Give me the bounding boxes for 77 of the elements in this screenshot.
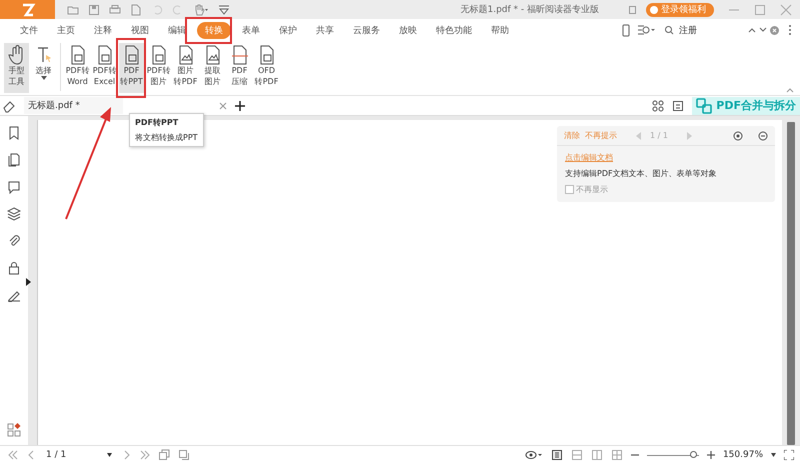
scrollbar[interactable] xyxy=(787,122,795,445)
expand-panel-icon[interactable] xyxy=(26,278,31,286)
ribbon-tool[interactable]: 图片 转PDF xyxy=(173,43,198,93)
apps-icon[interactable] xyxy=(7,423,21,437)
settings-icon[interactable] xyxy=(733,130,743,140)
ribbon-tool[interactable]: PDF 转PPT xyxy=(119,43,144,93)
hand-icon xyxy=(8,45,26,65)
menu-tab[interactable]: 编辑 xyxy=(160,22,194,38)
bookmark-icon[interactable] xyxy=(8,126,20,140)
document-icon xyxy=(258,45,276,65)
previous-result-icon[interactable] xyxy=(748,26,756,34)
page-view-icon[interactable] xyxy=(672,100,684,112)
checkbox-label: 不再显示 xyxy=(576,184,608,195)
tooltip-text: 将文档转换成PPT xyxy=(135,132,198,143)
comment-icon[interactable] xyxy=(7,180,21,194)
page-field[interactable]: 1 / 1 xyxy=(44,448,114,462)
page-counter: 1 / 1 xyxy=(650,131,668,140)
ribbon-tool[interactable]: OFD 转PDF xyxy=(254,43,279,93)
image-document-icon xyxy=(204,45,222,65)
caret-icon xyxy=(107,453,112,457)
read-mode-icon[interactable] xyxy=(524,450,543,460)
document-icon xyxy=(96,45,114,65)
window-title: 无标题1.pdf * - 福昕阅读器专业版 xyxy=(460,4,599,16)
menu-tab[interactable]: 主页 xyxy=(49,22,83,38)
zoom-dropdown-icon[interactable] xyxy=(771,453,776,457)
menu-tab[interactable]: 特色功能 xyxy=(428,22,480,38)
caret-icon xyxy=(40,76,46,80)
find-options-icon[interactable] xyxy=(637,24,655,36)
copy-page-icon[interactable] xyxy=(158,449,170,461)
menu-tab[interactable]: 表单 xyxy=(234,22,268,38)
minimize-icon[interactable] xyxy=(758,130,768,140)
ribbon-tool[interactable]: 手型 工具 xyxy=(4,43,29,93)
menu-tab[interactable]: 云服务 xyxy=(345,22,388,38)
document-icon xyxy=(122,45,140,65)
image-document-icon xyxy=(176,45,194,65)
ribbon-tool[interactable]: PDF转 Excel xyxy=(92,43,117,93)
menu-tab[interactable]: 帮助 xyxy=(483,22,517,38)
grid-view-icon[interactable] xyxy=(652,100,664,112)
layers-icon[interactable] xyxy=(7,207,21,221)
tip-description: 支持编辑PDF文档文本、图片、表单等对象 xyxy=(565,168,718,179)
menu-tab[interactable]: 保护 xyxy=(271,22,305,38)
more-icon[interactable] xyxy=(788,24,792,36)
document-tab[interactable]: 无标题.pdf * xyxy=(24,97,123,114)
tooltip-title: PDF转PPT xyxy=(135,117,180,128)
pages-icon[interactable] xyxy=(8,153,20,167)
ribbon-tool[interactable]: PDF转 图片 xyxy=(146,43,171,93)
collapse-ribbon-icon[interactable] xyxy=(786,87,794,93)
phone-icon[interactable] xyxy=(621,24,631,36)
close-tab-icon[interactable] xyxy=(219,102,227,110)
compressed-document-icon xyxy=(230,45,248,65)
highlight-frame xyxy=(116,38,146,98)
merge-icon xyxy=(696,98,712,114)
eraser-icon[interactable] xyxy=(2,98,16,112)
checkbox[interactable] xyxy=(565,185,574,194)
document-icon xyxy=(68,45,86,65)
attachment-icon[interactable] xyxy=(7,234,21,248)
customize-dropdown-icon[interactable] xyxy=(218,4,230,16)
ribbon-tool[interactable]: PDF 压缩 xyxy=(227,43,252,93)
menu-tab[interactable]: 文件 xyxy=(12,22,46,38)
rotate-page-icon[interactable] xyxy=(178,449,190,461)
search-icon xyxy=(664,25,674,35)
menu-tab[interactable]: 共享 xyxy=(308,22,342,38)
document-icon xyxy=(150,45,168,65)
clear-icon[interactable] xyxy=(770,26,779,34)
single-page-icon[interactable] xyxy=(550,449,563,461)
menu-tab[interactable]: 视图 xyxy=(123,22,157,38)
menu-tab[interactable]: 放映 xyxy=(391,22,425,38)
ribbon-tool[interactable]: 选择 xyxy=(31,43,56,93)
highlight-frame xyxy=(185,17,232,44)
next-result-icon[interactable] xyxy=(759,26,767,34)
new-tab-icon[interactable] xyxy=(235,100,245,110)
fullscreen-icon[interactable] xyxy=(784,450,794,460)
zoom-level[interactable]: 150.97% xyxy=(722,450,763,460)
zoom-in-icon[interactable] xyxy=(706,451,715,459)
ribbon-tool[interactable]: 提取 图片 xyxy=(200,43,225,93)
ribbon-tool[interactable]: PDF转 Word xyxy=(65,43,90,93)
menu-tab[interactable]: 注释 xyxy=(86,22,120,38)
